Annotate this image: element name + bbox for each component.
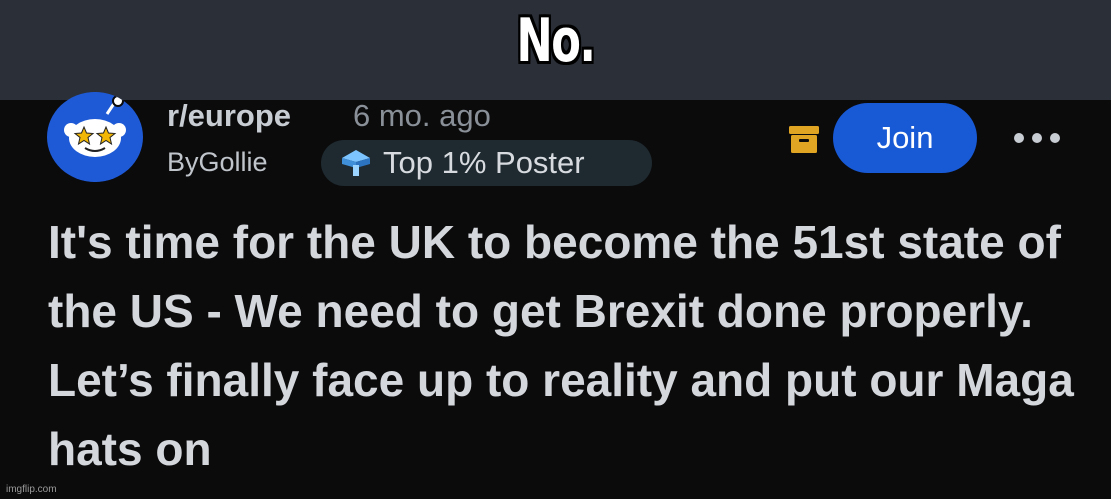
caption-text: No. — [516, 6, 596, 76]
meme-screenshot: No. r/europe 6 mo. ago ByGollie Top 1% P… — [0, 0, 1111, 499]
top-poster-badge-icon — [342, 150, 370, 176]
reddit-post: r/europe 6 mo. ago ByGollie Top 1% Poste… — [0, 92, 1111, 499]
reddit-snoo-star-eyes-icon — [50, 92, 140, 182]
post-author[interactable]: ByGollie — [167, 146, 268, 178]
subreddit-avatar[interactable] — [47, 92, 143, 182]
caption-banner: No. — [0, 0, 1111, 100]
more-options-icon[interactable] — [1014, 130, 1060, 146]
flair-label: Top 1% Poster — [383, 145, 585, 180]
more-dot — [1032, 133, 1042, 143]
more-dot — [1050, 133, 1060, 143]
post-age: 6 mo. ago — [353, 98, 491, 133]
imgflip-watermark: imgflip.com — [6, 484, 57, 495]
more-dot — [1014, 133, 1024, 143]
archive-icon[interactable] — [787, 122, 821, 156]
join-button[interactable]: Join — [833, 103, 977, 173]
subreddit-name[interactable]: r/europe — [167, 98, 291, 134]
post-title[interactable]: It's time for the UK to become the 51st … — [48, 208, 1088, 484]
user-flair-badge: Top 1% Poster — [321, 140, 652, 186]
